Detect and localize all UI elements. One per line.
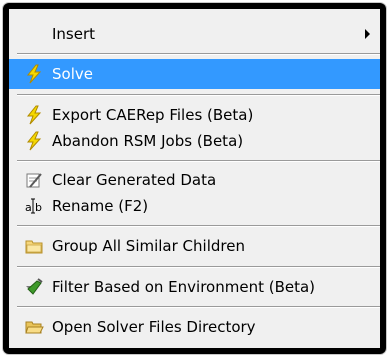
menu-item-rename[interactable]: a b Rename (F2): [9, 191, 380, 221]
menu-item-label: Solve: [52, 65, 93, 83]
submenu-arrow-icon: [365, 29, 370, 39]
menu-item-label: Open Solver Files Directory: [52, 318, 256, 336]
menu-item-label: Insert: [52, 25, 96, 43]
menu-item-label: Group All Similar Children: [52, 237, 245, 255]
svg-text:a: a: [25, 201, 32, 214]
menu-item-filter-environment[interactable]: Filter Based on Environment (Beta): [9, 272, 380, 302]
menu-separator: [17, 266, 380, 268]
menu-item-insert[interactable]: Insert: [9, 19, 380, 49]
context-menu-frame: Insert Solve Export CAERep Files (Beta): [3, 3, 386, 354]
menu-item-label: Export CAERep Files (Beta): [52, 106, 254, 124]
menu-item-solve[interactable]: Solve: [9, 59, 380, 89]
menu-separator: [17, 225, 380, 227]
svg-text:b: b: [35, 201, 42, 214]
menu-separator: [17, 306, 380, 308]
menu-separator: [17, 53, 380, 55]
context-menu: Insert Solve Export CAERep Files (Beta): [9, 9, 380, 348]
filter-icon: [24, 277, 44, 297]
clear-data-icon: [24, 170, 44, 190]
open-folder-icon: [24, 317, 44, 337]
menu-item-abandon-rsm-jobs[interactable]: Abandon RSM Jobs (Beta): [9, 126, 380, 156]
menu-item-label: Clear Generated Data: [52, 171, 217, 189]
menu-separator: [17, 160, 380, 162]
menu-item-label: Abandon RSM Jobs (Beta): [52, 132, 244, 150]
menu-item-open-solver-files-directory[interactable]: Open Solver Files Directory: [9, 312, 380, 342]
lightning-icon: [24, 105, 44, 125]
lightning-icon: [24, 64, 44, 84]
rename-icon: a b: [24, 196, 44, 216]
menu-item-group-similar-children[interactable]: Group All Similar Children: [9, 231, 380, 261]
menu-item-label: Rename (F2): [52, 197, 149, 215]
lightning-icon: [24, 131, 44, 151]
menu-item-label: Filter Based on Environment (Beta): [52, 278, 316, 296]
folder-icon: [24, 236, 44, 256]
menu-separator: [17, 94, 380, 96]
